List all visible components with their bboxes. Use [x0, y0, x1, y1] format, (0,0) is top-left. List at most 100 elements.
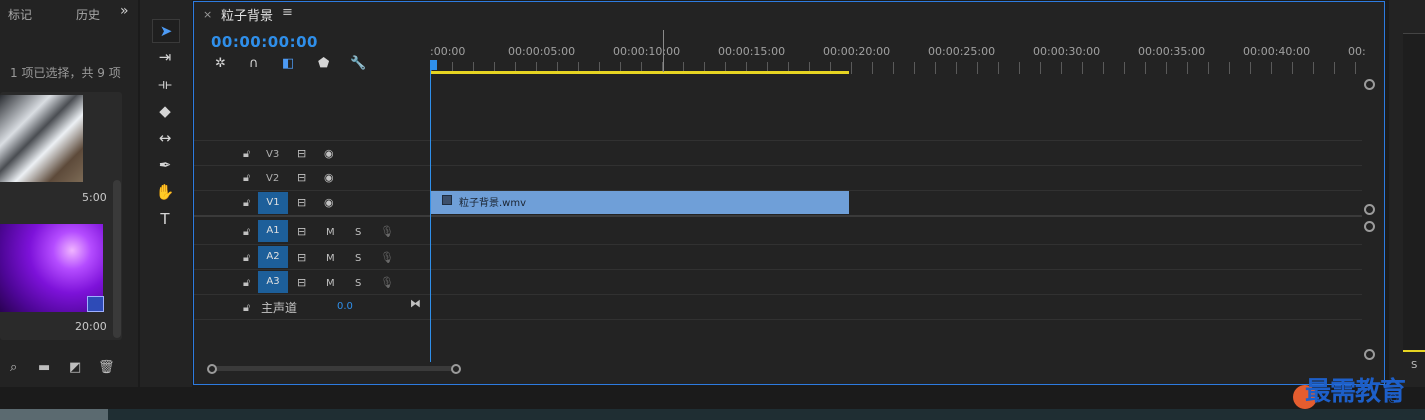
zoom-handle-right[interactable]: [451, 364, 461, 374]
tab-markers[interactable]: 标记: [8, 6, 32, 23]
slip-tool-icon[interactable]: ↔: [152, 127, 178, 149]
timeline-settings-wrench-icon[interactable]: 🔧: [350, 56, 366, 71]
track-divider: [194, 165, 1362, 166]
close-tab-icon[interactable]: ×: [203, 8, 212, 21]
ruler-label: 00:00:40:00: [1243, 45, 1311, 58]
ruler-label: 00:00:20:00: [823, 45, 891, 58]
eye-icon[interactable]: ◉: [324, 196, 334, 209]
track-name-v2[interactable]: V2: [266, 173, 279, 184]
ruler-label: 00:00:05:00: [508, 45, 576, 58]
lock-icon[interactable]: 🔓︎: [243, 147, 250, 161]
hover-indicator: [663, 30, 664, 72]
eye-icon[interactable]: ◉: [324, 171, 334, 184]
track-target-v1[interactable]: V1: [258, 192, 288, 214]
lock-icon[interactable]: 🔓︎: [243, 196, 250, 210]
mute-button[interactable]: M: [326, 253, 335, 264]
track-divider: [194, 269, 1362, 270]
solo-label[interactable]: S: [1411, 360, 1417, 371]
ruler-label: 00:00:30:00: [1033, 45, 1101, 58]
master-volume-value[interactable]: 0.0: [337, 301, 353, 312]
watermark-mark: ©: [1387, 392, 1399, 406]
go-to-endpoint-icon[interactable]: ⧓: [410, 297, 421, 310]
video-audio-divider: [194, 215, 1362, 217]
selection-tool-icon[interactable]: ➤: [152, 19, 180, 43]
track-target-a2[interactable]: A2: [258, 246, 288, 268]
project-item-thumbnail[interactable]: [0, 95, 83, 182]
fx-badge-icon: [442, 195, 452, 205]
lock-icon[interactable]: 🔓︎: [243, 251, 250, 265]
microphone-icon[interactable]: 🎙︎: [380, 251, 394, 264]
solo-button[interactable]: S: [355, 253, 361, 264]
meter-level: [1403, 350, 1425, 352]
pen-tool-icon[interactable]: ✒: [152, 154, 178, 176]
track-target-a1[interactable]: A1: [258, 220, 288, 242]
tab-history[interactable]: 历史: [76, 6, 100, 23]
mute-button[interactable]: M: [326, 227, 335, 238]
sync-lock-icon[interactable]: ⊟: [297, 196, 306, 209]
track-name-v3[interactable]: V3: [266, 149, 279, 160]
track-select-tool-icon[interactable]: ⇥: [152, 46, 178, 68]
sequence-badge-icon: [87, 296, 104, 312]
folder-icon[interactable]: ▬: [38, 360, 50, 375]
linked-selection-icon[interactable]: ◧: [282, 56, 294, 71]
timeline-zoom-scrollbar[interactable]: [211, 366, 456, 371]
sync-lock-icon[interactable]: ⊟: [297, 251, 306, 264]
playhead-timecode[interactable]: 00:00:00:00: [211, 33, 318, 51]
scroll-handle-bottom[interactable]: [1364, 204, 1375, 215]
hand-tool-icon[interactable]: ✋: [152, 181, 178, 203]
nest-toggle-icon[interactable]: ✲: [215, 56, 226, 71]
solo-button[interactable]: S: [355, 278, 361, 289]
playhead-line[interactable]: [430, 70, 431, 362]
add-marker-icon[interactable]: ⬟: [318, 56, 329, 71]
eye-icon[interactable]: ◉: [324, 147, 334, 160]
scroll-handle-top[interactable]: [1364, 79, 1375, 90]
lock-icon[interactable]: 🔓︎: [243, 301, 250, 315]
solo-button[interactable]: S: [355, 227, 361, 238]
zoom-handle-left[interactable]: [207, 364, 217, 374]
ripple-edit-tool-icon[interactable]: ⟛: [152, 73, 178, 95]
playhead-handle[interactable]: [430, 60, 437, 70]
microphone-icon[interactable]: 🎙︎: [380, 276, 394, 289]
snap-magnet-icon[interactable]: ∩: [249, 56, 259, 71]
scroll-handle-top[interactable]: [1364, 221, 1375, 232]
sync-lock-icon[interactable]: ⊟: [297, 276, 306, 289]
razor-tool-icon[interactable]: ◆: [152, 100, 178, 122]
mute-button[interactable]: M: [326, 278, 335, 289]
project-item-duration: 20:00: [75, 320, 107, 333]
microphone-icon[interactable]: 🎙︎: [380, 225, 394, 238]
project-scrollbar[interactable]: [113, 180, 121, 338]
lock-icon[interactable]: 🔓︎: [243, 225, 250, 239]
ruler-label: 00:00:15:00: [718, 45, 786, 58]
status-bar: [0, 409, 1425, 420]
selection-info: 1 项已选择，共 9 项: [10, 66, 121, 80]
status-bar-segment: [0, 409, 108, 420]
new-item-icon[interactable]: ◩: [69, 360, 81, 375]
track-divider: [194, 244, 1362, 245]
trash-icon[interactable]: 🗑: [98, 360, 115, 375]
type-tool-icon[interactable]: T: [152, 208, 178, 230]
track-divider: [194, 140, 1362, 141]
scroll-handle-bottom[interactable]: [1364, 349, 1375, 360]
sync-lock-icon[interactable]: ⊟: [297, 147, 306, 160]
sequence-tab-title[interactable]: 粒子背景: [221, 5, 273, 24]
sync-lock-icon[interactable]: ⊟: [297, 225, 306, 238]
track-divider: [194, 319, 1362, 320]
lock-icon[interactable]: 🔓︎: [243, 276, 250, 290]
panel-menu-icon[interactable]: ≡: [282, 5, 293, 20]
sync-lock-icon[interactable]: ⊟: [297, 171, 306, 184]
ruler-label: :00:00: [430, 45, 466, 58]
track-target-a3[interactable]: A3: [258, 271, 288, 293]
track-divider: [194, 294, 1362, 295]
lock-icon[interactable]: 🔓︎: [243, 171, 250, 185]
audio-meter: [1403, 33, 1425, 352]
ruler-label: 00:00:25:00: [928, 45, 996, 58]
ruler-label: 00:: [1348, 45, 1366, 58]
project-item-duration: 5:00: [82, 191, 107, 204]
clip-name: 粒子背景.wmv: [459, 198, 527, 209]
panel-expand-icon[interactable]: »: [120, 3, 129, 19]
ruler-label: 00:00:35:00: [1138, 45, 1206, 58]
master-track-label: 主声道: [261, 301, 298, 315]
ruler-label: 00:00:10:00: [613, 45, 681, 58]
search-icon[interactable]: ⌕: [10, 360, 17, 375]
work-area-bar[interactable]: [431, 71, 849, 74]
